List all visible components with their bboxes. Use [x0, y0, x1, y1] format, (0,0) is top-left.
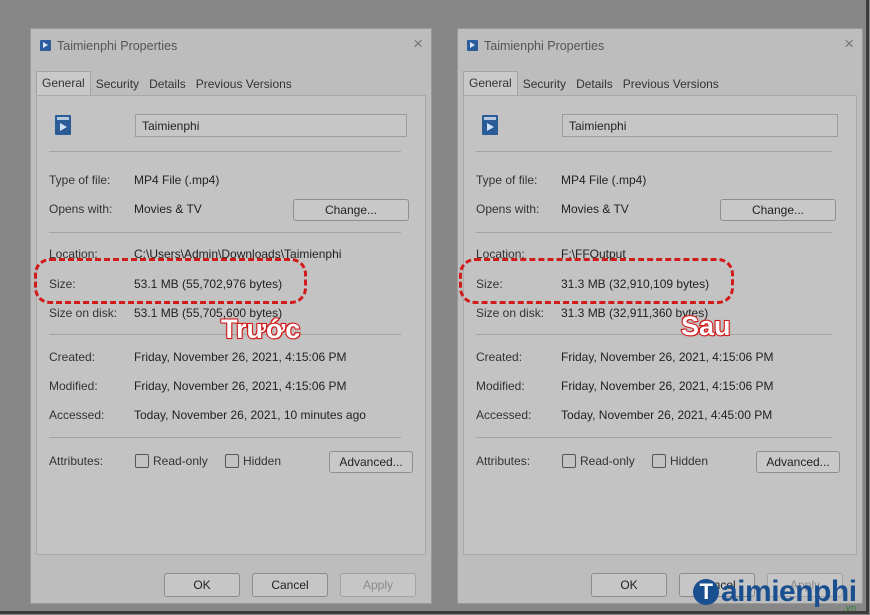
apply-button[interactable]: Apply [340, 573, 416, 597]
checkbox-icon [562, 454, 576, 468]
attributes-label: Attributes: [476, 454, 531, 468]
size-on-disk-label: Size on disk: [49, 306, 118, 320]
created-label: Created: [49, 350, 96, 364]
created-value: Friday, November 26, 2021, 4:15:06 PM [561, 350, 774, 364]
tab-bar: General Security Details Previous Versio… [36, 71, 297, 97]
opens-with-label: Opens with: [476, 202, 540, 216]
opens-with-value: Movies & TV [134, 202, 202, 216]
size-on-disk-label: Size on disk: [476, 306, 545, 320]
tab-previous-versions[interactable]: Previous Versions [191, 73, 297, 95]
video-file-icon [467, 40, 478, 51]
type-label: Type of file: [49, 173, 111, 187]
change-button[interactable]: Change... [293, 199, 409, 221]
properties-dialog-after: Taimienphi Properties × General Security… [457, 28, 863, 604]
created-value: Friday, November 26, 2021, 4:15:06 PM [134, 350, 347, 364]
divider [476, 232, 832, 233]
opens-with-label: Opens with: [49, 202, 113, 216]
read-only-checkbox[interactable]: Read-only [562, 454, 635, 468]
annotation-before: Trước [220, 313, 301, 345]
file-name-field[interactable]: Taimienphi [562, 114, 838, 137]
type-value: MP4 File (.mp4) [134, 173, 220, 187]
divider [476, 151, 832, 152]
modified-label: Modified: [49, 379, 98, 393]
accessed-label: Accessed: [49, 408, 105, 422]
checkbox-icon [225, 454, 239, 468]
advanced-button[interactable]: Advanced... [329, 451, 413, 473]
video-file-icon [40, 40, 51, 51]
change-button[interactable]: Change... [720, 199, 836, 221]
divider [49, 232, 401, 233]
advanced-button[interactable]: Advanced... [756, 451, 840, 473]
close-icon[interactable]: × [413, 34, 423, 54]
accessed-label: Accessed: [476, 408, 532, 422]
tab-details[interactable]: Details [144, 73, 191, 95]
general-panel: Taimienphi Type of file: MP4 File (.mp4)… [463, 95, 857, 555]
accessed-value: Today, November 26, 2021, 10 minutes ago [134, 408, 366, 422]
file-name-field[interactable]: Taimienphi [135, 114, 407, 137]
cancel-button[interactable]: Cancel [252, 573, 328, 597]
divider [49, 437, 401, 438]
divider [476, 334, 832, 335]
created-label: Created: [476, 350, 523, 364]
size-highlight-after [459, 258, 734, 304]
divider [49, 151, 401, 152]
hidden-checkbox[interactable]: Hidden [225, 454, 281, 468]
tab-details[interactable]: Details [571, 73, 618, 95]
close-icon[interactable]: × [844, 34, 854, 54]
opens-with-value: Movies & TV [561, 202, 629, 216]
tab-previous-versions[interactable]: Previous Versions [618, 73, 724, 95]
logo-letter: T [693, 579, 719, 605]
type-value: MP4 File (.mp4) [561, 173, 647, 187]
mp4-file-icon [482, 115, 498, 135]
attributes-label: Attributes: [49, 454, 104, 468]
watermark-domain: .vn [843, 603, 857, 614]
modified-label: Modified: [476, 379, 525, 393]
tab-general[interactable]: General [463, 71, 518, 97]
tab-bar: General Security Details Previous Versio… [463, 71, 724, 97]
modified-value: Friday, November 26, 2021, 4:15:06 PM [561, 379, 774, 393]
annotation-after: Sau [680, 310, 732, 342]
modified-value: Friday, November 26, 2021, 4:15:06 PM [134, 379, 347, 393]
dialog-title: Taimienphi Properties [484, 39, 605, 53]
divider [476, 437, 832, 438]
checkbox-icon [135, 454, 149, 468]
read-only-checkbox[interactable]: Read-only [135, 454, 208, 468]
size-highlight-before [34, 258, 307, 304]
checkbox-icon [652, 454, 666, 468]
mp4-file-icon [55, 115, 71, 135]
hidden-checkbox[interactable]: Hidden [652, 454, 708, 468]
ok-button[interactable]: OK [164, 573, 240, 597]
tab-security[interactable]: Security [518, 73, 571, 95]
accessed-value: Today, November 26, 2021, 4:45:00 PM [561, 408, 773, 422]
watermark-logo: Taimienphi [693, 575, 857, 609]
dialog-title: Taimienphi Properties [57, 39, 178, 53]
tab-general[interactable]: General [36, 71, 91, 97]
type-label: Type of file: [476, 173, 538, 187]
ok-button[interactable]: OK [591, 573, 667, 597]
tab-security[interactable]: Security [91, 73, 144, 95]
